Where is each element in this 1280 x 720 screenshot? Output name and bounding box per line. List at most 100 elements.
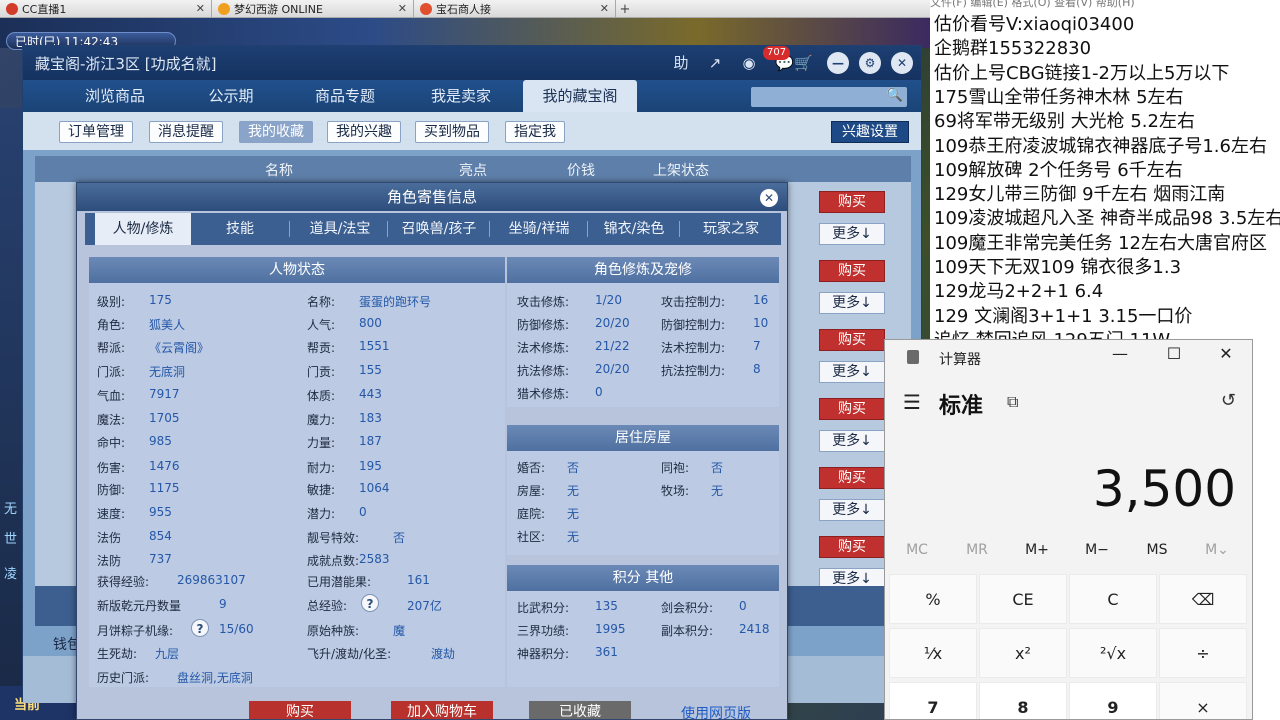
nav-seller[interactable]: 我是卖家	[409, 80, 513, 112]
status-label: 力量:	[307, 436, 336, 450]
add-to-cart-button[interactable]: 加入购物车	[391, 701, 493, 719]
settings-icon[interactable]: ⚙	[859, 52, 881, 74]
tab-mounts[interactable]: 坐骑/祥瑞	[491, 213, 587, 245]
main-nav: 浏览商品 公示期 商品专题 我是卖家 我的藏宝阁 🔍	[23, 80, 921, 112]
tab-close-icon[interactable]: ✕	[196, 2, 205, 15]
calc-close-icon[interactable]: ✕	[1211, 344, 1241, 363]
history-icon[interactable]: ↺	[1221, 390, 1236, 411]
status-value: 2583	[359, 552, 390, 566]
nav-my-cbg[interactable]: 我的藏宝阁	[523, 80, 637, 112]
mem-list-button[interactable]: M⌄	[1187, 542, 1247, 558]
tab-items[interactable]: 道具/法宝	[293, 213, 387, 245]
mem-subtract-button[interactable]: M−	[1067, 542, 1127, 558]
nav-topics[interactable]: 商品专题	[293, 80, 397, 112]
calc-minimize-icon[interactable]: —	[1105, 344, 1135, 363]
web-version-link[interactable]: 使用网页版	[681, 703, 751, 719]
key-sqrt[interactable]: ²√x	[1069, 628, 1157, 678]
share-icon[interactable]: ↗	[703, 52, 727, 74]
nav-public[interactable]: 公示期	[179, 80, 283, 112]
calc-maximize-icon[interactable]: ☐	[1159, 344, 1189, 363]
total-exp-label: 总经验:	[307, 599, 348, 613]
stop-icon[interactable]: ◉	[737, 52, 761, 74]
tab-close-icon[interactable]: ✕	[398, 2, 407, 15]
note-line: 129龙马2+2+1 6.4	[934, 281, 1104, 303]
search-icon[interactable]: 🔍	[887, 88, 903, 103]
tab-close-icon[interactable]: ✕	[600, 2, 609, 15]
cart-icon[interactable]: 💬🛒 707	[763, 46, 817, 74]
title-bar-icons: 助 ↗ ◉ 💬🛒 707 — ⚙ ✕	[669, 46, 913, 74]
tab-skills[interactable]: 技能	[201, 213, 279, 245]
buy-button[interactable]: 购买	[819, 536, 885, 558]
key-8[interactable]: 8	[979, 682, 1067, 719]
mem-store-button[interactable]: MS	[1127, 542, 1187, 558]
tab-outfits[interactable]: 锦衣/染色	[589, 213, 679, 245]
favorited-button[interactable]: 已收藏	[529, 701, 631, 719]
buy-button[interactable]: 购买	[819, 467, 885, 489]
calc-mode: 标准	[939, 394, 984, 419]
subnav-assigned[interactable]: 指定我	[505, 121, 565, 143]
buy-button[interactable]: 购买	[819, 329, 885, 351]
fly-label: 飞升/渡劫/化圣:	[307, 647, 392, 661]
subnav-orders[interactable]: 订单管理	[59, 121, 133, 143]
key-backspace[interactable]: ⌫	[1159, 574, 1247, 624]
buy-button[interactable]: 购买	[819, 191, 885, 213]
minimize-icon[interactable]: —	[827, 52, 849, 74]
left-badge-2[interactable]: 世	[4, 528, 17, 547]
key-ce[interactable]: CE	[979, 574, 1067, 624]
buy-button[interactable]: 购买	[819, 398, 885, 420]
key-multiply[interactable]: ×	[1159, 682, 1247, 719]
house-label: 牧场:	[661, 484, 690, 498]
subnav-favorites[interactable]: 我的收藏	[239, 121, 313, 143]
left-badge-1[interactable]: 无	[4, 498, 17, 517]
menu-hamburger-icon[interactable]: ☰	[903, 390, 921, 414]
mem-clear-button[interactable]: MC	[887, 542, 947, 558]
key-divide[interactable]: ÷	[1159, 628, 1247, 678]
more-button[interactable]: 更多↓	[819, 361, 885, 383]
search-input[interactable]: 🔍	[751, 87, 907, 107]
subnav-bought[interactable]: 买到物品	[415, 121, 489, 143]
mem-add-button[interactable]: M+	[1007, 542, 1067, 558]
more-button[interactable]: 更多↓	[819, 499, 885, 521]
tab-home[interactable]: 玩家之家	[683, 213, 779, 245]
key-9[interactable]: 9	[1069, 682, 1157, 719]
browser-tab-cc-live[interactable]: CC直播1 ✕	[0, 0, 212, 18]
close-icon[interactable]: ✕	[891, 52, 913, 74]
life-label: 生死劫:	[97, 647, 138, 661]
key-7[interactable]: 7	[889, 682, 977, 719]
status-label: 法伤	[97, 531, 122, 545]
calc-title-bar: 计算器 — ☐ ✕	[885, 340, 1252, 376]
key-clear[interactable]: C	[1069, 574, 1157, 624]
role-info-dialog: 角色寄售信息 ✕ 人物/修炼 技能 道具/法宝 召唤兽/孩子 坐骑/祥瑞 锦衣/…	[76, 182, 788, 720]
help-question-icon[interactable]: ?	[361, 594, 379, 612]
new-tab-icon[interactable]: +	[616, 0, 634, 18]
key-square[interactable]: x²	[979, 628, 1067, 678]
subnav-interests[interactable]: 我的兴趣	[327, 121, 401, 143]
more-button[interactable]: 更多↓	[819, 223, 885, 245]
left-badge-3[interactable]: 凌	[4, 563, 17, 582]
tab-character[interactable]: 人物/修炼	[95, 213, 191, 245]
score-label: 三界功绩:	[517, 624, 570, 638]
notepad-menu[interactable]: 文件(F) 编辑(E) 格式(O) 查看(V) 帮助(H)	[930, 0, 1135, 10]
interest-settings-button[interactable]: 兴趣设置	[831, 121, 909, 143]
key-percent[interactable]: %	[889, 574, 977, 624]
note-line: 129女儿带三防御 9千左右 烟雨江南	[934, 184, 1226, 206]
more-button[interactable]: 更多↓	[819, 430, 885, 452]
more-button[interactable]: 更多↓	[819, 292, 885, 314]
browser-tab-mhxy[interactable]: 梦幻西游 ONLINE ✕	[212, 0, 414, 18]
browser-tab-gem[interactable]: 宝石商人接 ✕	[414, 0, 616, 18]
score-value: 2418	[739, 622, 770, 636]
score-value: 135	[595, 599, 618, 613]
key-reciprocal[interactable]: ¹⁄x	[889, 628, 977, 678]
help-question-icon[interactable]: ?	[191, 619, 209, 637]
subnav-messages[interactable]: 消息提醒	[149, 121, 223, 143]
nav-browse[interactable]: 浏览商品	[63, 80, 167, 112]
status-value: 187	[359, 434, 382, 448]
dialog-buy-button[interactable]: 购买	[249, 701, 351, 719]
help-icon[interactable]: 助	[669, 52, 693, 74]
tab-pets[interactable]: 召唤兽/孩子	[389, 213, 489, 245]
buy-button[interactable]: 购买	[819, 260, 885, 282]
keep-on-top-icon[interactable]: ⧉	[1007, 392, 1018, 412]
dialog-close-icon[interactable]: ✕	[760, 189, 778, 207]
mem-recall-button[interactable]: MR	[947, 542, 1007, 558]
status-label: 门派:	[97, 365, 126, 379]
